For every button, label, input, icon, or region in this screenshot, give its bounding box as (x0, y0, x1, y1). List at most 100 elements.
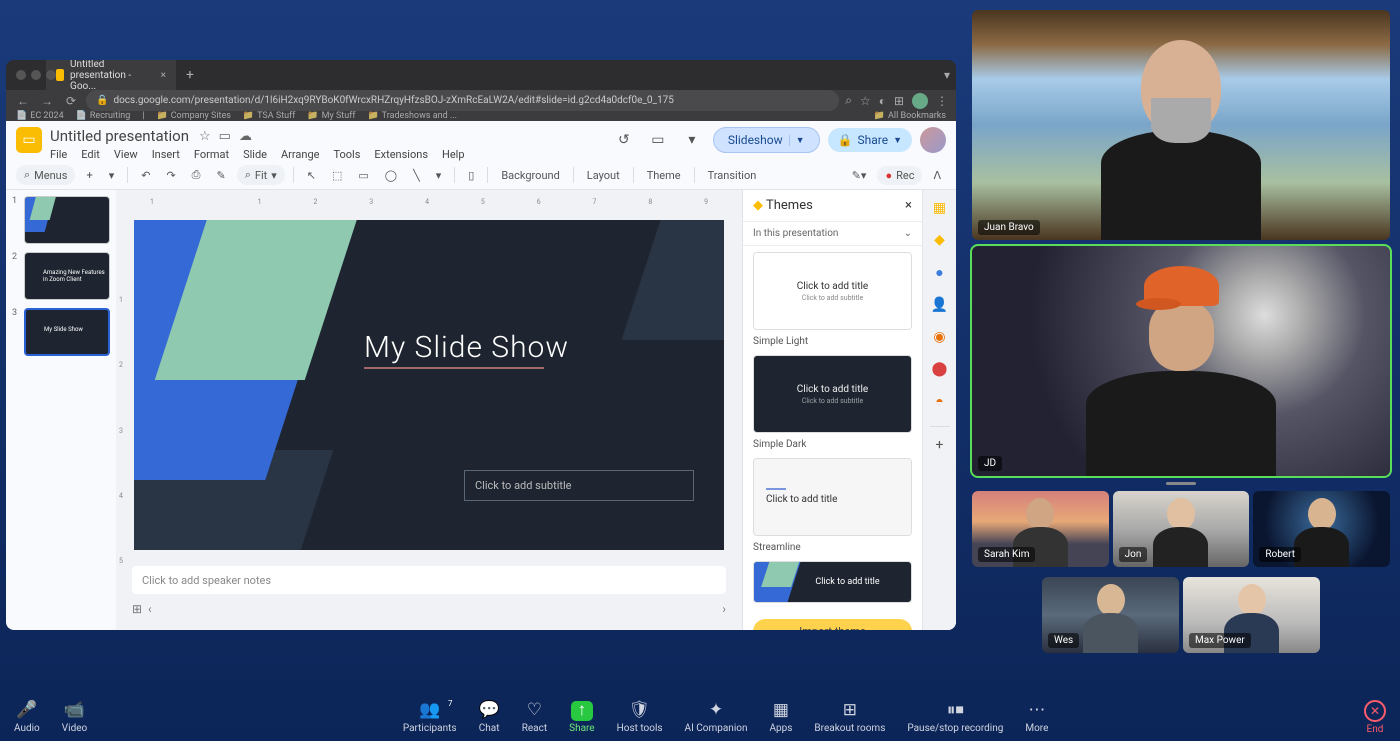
collapse-toolbar-icon[interactable]: ᐱ (928, 166, 946, 185)
audio-button[interactable]: 🎤 Audio (14, 701, 40, 734)
new-slide-button[interactable]: + (81, 166, 97, 185)
video-tile[interactable]: Juan Bravo (972, 10, 1390, 240)
nav-back-icon[interactable]: ← (14, 94, 32, 108)
bookmark-folder[interactable]: TSA Stuff (243, 111, 295, 121)
meet-icon[interactable]: ▾ (679, 127, 705, 153)
resize-handle[interactable] (1166, 482, 1196, 485)
video-tile[interactable]: Robert (1253, 491, 1390, 567)
bookmark-folder[interactable]: Company Sites (156, 111, 230, 121)
import-theme-button[interactable]: Import theme (753, 619, 912, 630)
bookmark-star-icon[interactable]: ☆ (860, 94, 871, 108)
theme-card[interactable]: Click to add titleClick to add subtitle (753, 252, 912, 330)
menu-file[interactable]: File (50, 148, 67, 161)
theme-card[interactable]: Click to add title (753, 458, 912, 536)
slide-canvas[interactable]: My Slide Show Click to add subtitle (134, 220, 724, 550)
bookmark-folder[interactable]: My Stuff (307, 111, 355, 121)
kebab-menu-icon[interactable]: ⋮ (936, 94, 948, 108)
search-menus[interactable]: ⌕Menus (16, 165, 75, 185)
menu-arrange[interactable]: Arrange (281, 148, 319, 161)
breakout-rooms-button[interactable]: ⊞ Breakout rooms (814, 701, 885, 734)
end-meeting-button[interactable]: ✕ End (1364, 700, 1386, 735)
themes-list[interactable]: Click to add titleClick to add subtitle … (743, 246, 922, 613)
apps-button[interactable]: ▦ Apps (770, 701, 793, 734)
next-slide-icon[interactable]: › (722, 602, 726, 616)
zoom-dropdown[interactable]: ⌕Fit ▾ (237, 165, 285, 185)
chevron-down-icon[interactable]: ▼ (789, 135, 805, 146)
subtitle-textbox[interactable]: Click to add subtitle (464, 470, 694, 501)
video-button[interactable]: 📹 Video (62, 701, 87, 734)
new-tab-button[interactable]: + (180, 67, 200, 83)
new-slide-dropdown[interactable]: ▾ (104, 166, 120, 185)
react-button[interactable]: ♡ React (522, 701, 547, 734)
search-icon[interactable]: ⌕ (845, 93, 852, 108)
slide-thumb[interactable]: 2 Amazing New Features in Zoom Client (12, 252, 110, 300)
video-tile[interactable]: Sarah Kim (972, 491, 1109, 567)
filmstrip[interactable]: 1 2 Amazing New Features in Zoom Client … (6, 190, 116, 630)
background-button[interactable]: Background (496, 166, 564, 185)
nav-reload-icon[interactable]: ⟳ (62, 94, 80, 108)
rec-button[interactable]: Rec (877, 166, 922, 185)
profile-avatar-icon[interactable] (912, 93, 928, 109)
slide-thumb[interactable]: 1 (12, 196, 110, 244)
prev-slide-icon[interactable]: ‹ (148, 602, 152, 616)
slideshow-button[interactable]: Slideshow ▼ (713, 127, 820, 153)
share-button[interactable]: 🔒 Share ▼ (828, 128, 912, 152)
tab-dropdown-icon[interactable]: ▾ (938, 68, 956, 82)
menu-view[interactable]: View (114, 148, 138, 161)
menu-slide[interactable]: Slide (243, 148, 267, 161)
share-button[interactable]: ↑ Share (569, 701, 594, 734)
line-dropdown[interactable]: ▾ (431, 166, 447, 185)
line-icon[interactable]: ╲ (408, 166, 425, 185)
bookmark-item[interactable]: EC 2024 (16, 111, 64, 121)
host-tools-button[interactable]: 🛡 Host tools (617, 701, 663, 734)
more-button[interactable]: ⋯ More (1025, 701, 1048, 734)
grid-view-icon[interactable]: ⊞ (132, 602, 142, 616)
layout-button[interactable]: Layout (582, 166, 625, 185)
bookmark-item[interactable]: Recruiting (76, 111, 131, 121)
menu-help[interactable]: Help (442, 148, 465, 161)
comment-add-icon[interactable]: ▯ (463, 166, 479, 185)
cursor-tool-icon[interactable]: ↖ (302, 166, 321, 185)
menu-edit[interactable]: Edit (81, 148, 100, 161)
contacts-icon[interactable]: 👤 (931, 297, 948, 313)
tasks-icon[interactable]: ● (935, 264, 943, 281)
nav-forward-icon[interactable]: → (38, 94, 56, 108)
paint-format-icon[interactable]: ✎ (211, 166, 230, 185)
puzzle-icon[interactable]: ⊞ (894, 94, 904, 108)
participants-button[interactable]: 👥 7 Participants (403, 701, 457, 734)
addon-icon[interactable]: ⬤ (932, 361, 948, 377)
theme-card[interactable]: Click to add titleClick to add subtitle (753, 355, 912, 433)
video-tile[interactable]: Wes (1042, 577, 1179, 653)
record-controls-button[interactable]: ⏸⏹ Pause/stop recording (907, 701, 1003, 734)
history-icon[interactable]: ↺ (611, 127, 637, 153)
slides-logo-icon[interactable]: ▭ (16, 127, 42, 153)
theme-button[interactable]: Theme (642, 166, 686, 185)
account-avatar[interactable] (920, 127, 946, 153)
themes-section[interactable]: In this presentation ⌄ (743, 221, 922, 246)
doc-title[interactable]: Untitled presentation (50, 127, 189, 145)
shape-icon[interactable]: ◯ (380, 166, 402, 185)
transition-button[interactable]: Transition (703, 166, 762, 185)
get-addons-icon[interactable]: + (930, 426, 950, 453)
menu-format[interactable]: Format (194, 148, 229, 161)
chevron-down-icon[interactable]: ▼ (893, 135, 902, 146)
maps-icon[interactable]: ◉ (933, 329, 945, 345)
bookmark-folder[interactable]: Tradeshows and ... (367, 111, 457, 121)
speaker-notes[interactable]: Click to add speaker notes (132, 566, 726, 594)
pen-dropdown[interactable]: ✎▾ (847, 166, 872, 185)
addon-icon[interactable]: ◓ (935, 393, 943, 410)
address-bar[interactable]: 🔒 docs.google.com/presentation/d/1l6iH2x… (86, 90, 839, 111)
video-tile-active[interactable]: JD (972, 246, 1390, 476)
keep-icon[interactable]: ◆ (934, 232, 945, 248)
theme-card[interactable]: Click to add title (753, 561, 912, 603)
comment-icon[interactable]: ▭ (645, 127, 671, 153)
undo-icon[interactable]: ↶ (136, 166, 155, 185)
video-tile[interactable]: Jon (1113, 491, 1250, 567)
star-icon[interactable]: ☆ (199, 129, 211, 144)
chat-button[interactable]: 💬 Chat (479, 701, 500, 734)
slide-thumb-selected[interactable]: 3 My Slide Show (12, 308, 110, 356)
image-icon[interactable]: ▭ (353, 166, 373, 185)
calendar-icon[interactable]: ▦ (933, 200, 946, 216)
print-icon[interactable]: ⎙ (187, 165, 206, 185)
close-tab-icon[interactable]: × (161, 70, 166, 81)
